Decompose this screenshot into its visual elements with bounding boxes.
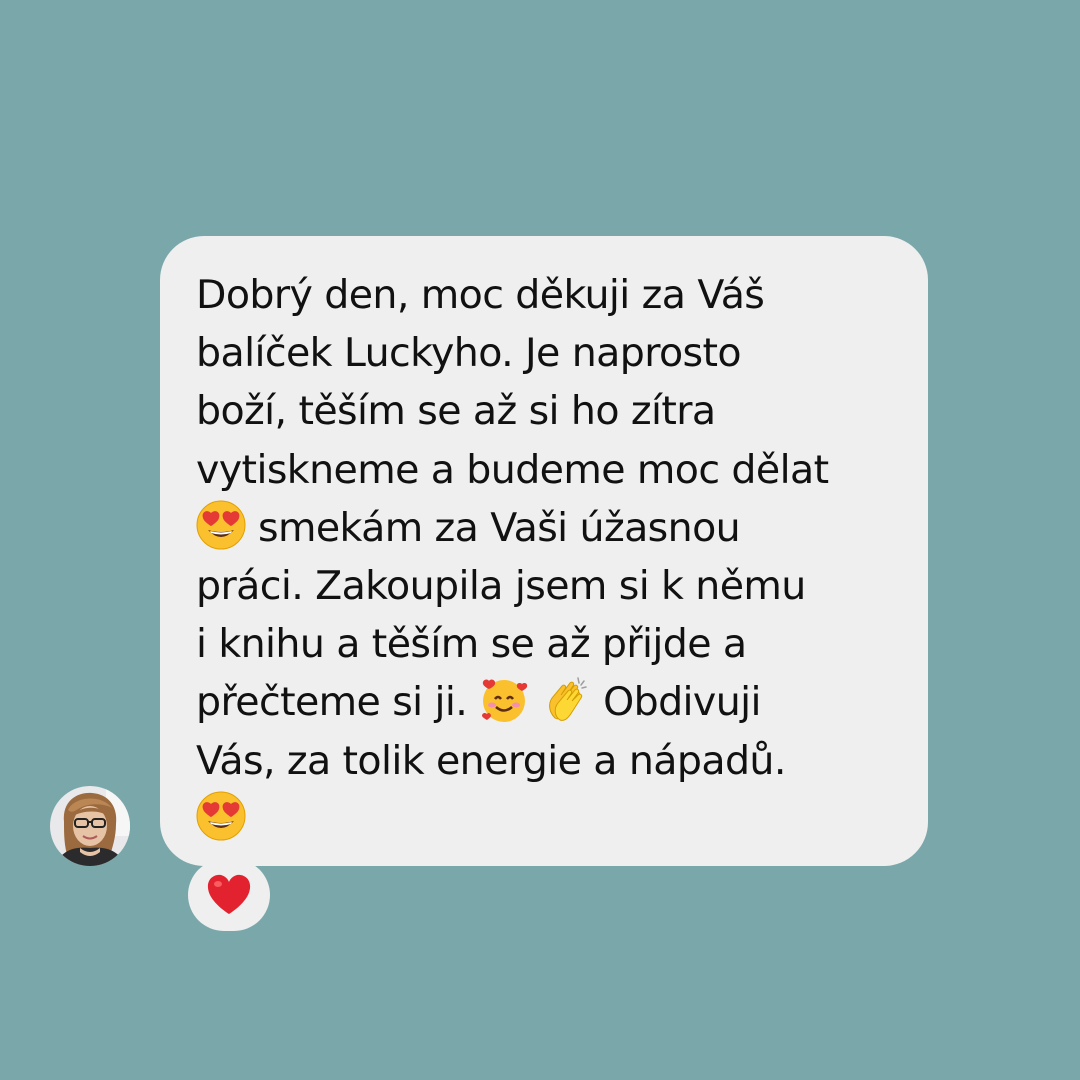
message-line-with-emoji: přečteme si ji. Obdivuji xyxy=(196,673,894,731)
heart-eyes-emoji xyxy=(196,791,246,841)
avatar-photo xyxy=(50,786,130,866)
message-line: Dobrý den, moc děkuji za Váš xyxy=(196,272,765,318)
message-line: boží, těším se až si ho zítra xyxy=(196,388,716,435)
message-text: Dobrý den, moc děkuji za Váš balíček Luc… xyxy=(196,266,894,848)
message-line: Vás, za tolik energie a nápadů. xyxy=(196,737,786,784)
message-line: i knihu a těším se až přijde a xyxy=(196,621,747,668)
reaction-badge[interactable] xyxy=(188,859,270,931)
message-line: vytiskneme a budeme moc dělat xyxy=(196,446,829,493)
message-bubble[interactable]: Dobrý den, moc děkuji za Váš balíček Luc… xyxy=(160,236,928,866)
heart-eyes-emoji xyxy=(196,500,246,550)
message-line-emoji-only xyxy=(196,790,894,848)
message-line-with-emoji: smekám za Vaši úžasnou xyxy=(196,499,894,557)
message-line: balíček Luckyho. Je naprosto xyxy=(196,330,742,377)
smiling-face-with-hearts-emoji xyxy=(479,674,529,724)
message-line: práci. Zakoupila jsem si k němu xyxy=(196,563,806,610)
clapping-hands-emoji xyxy=(541,674,591,724)
sender-avatar[interactable] xyxy=(50,786,130,866)
red-heart-icon xyxy=(206,874,252,916)
